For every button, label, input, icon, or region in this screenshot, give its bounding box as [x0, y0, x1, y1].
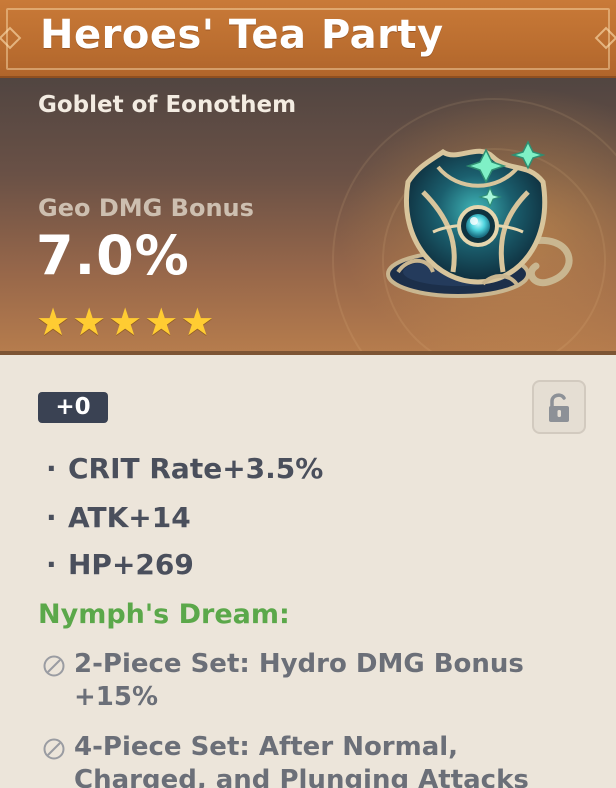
star-icon: ★	[108, 300, 143, 344]
inactive-bonus-icon	[43, 738, 65, 760]
artifact-name: Heroes' Tea Party	[40, 12, 444, 58]
set-bonus-text: 2-Piece Set: Hydro DMG Bonus +15%	[74, 649, 524, 712]
goblet-artifact-icon	[386, 140, 573, 298]
lock-toggle-button[interactable]	[532, 380, 586, 434]
set-bonus-2pc: 2-Piece Set: Hydro DMG Bonus +15%	[42, 648, 582, 714]
set-bonus-text: 4-Piece Set: After Normal, Charged, and …	[74, 732, 529, 788]
artifact-slot-type: Goblet of Eonothem	[38, 92, 297, 118]
level-badge: +0	[38, 392, 108, 423]
main-stat-value: 7.0%	[36, 224, 190, 287]
title-bar: Heroes' Tea Party	[0, 0, 616, 78]
inactive-bonus-icon	[43, 655, 65, 677]
main-stat-name: Geo DMG Bonus	[38, 194, 254, 222]
star-icon: ★	[72, 300, 107, 344]
artifact-header: Goblet of Eonothem Geo DMG Bonus 7.0% ★ ★…	[0, 78, 616, 355]
rarity-stars: ★ ★ ★ ★ ★	[36, 302, 214, 342]
substat-text: CRIT Rate+3.5%	[68, 452, 324, 485]
substat-text: HP+269	[68, 548, 194, 581]
substat-bullet: ·	[46, 548, 57, 581]
substat-hp: · HP+269	[46, 548, 194, 581]
substat-bullet: ·	[46, 452, 57, 485]
artifact-card: Heroes' Tea Party Goblet of Eonothem Geo…	[0, 0, 616, 788]
artifact-set-name: Nymph's Dream:	[38, 599, 290, 630]
substat-text: ATK+14	[68, 501, 191, 534]
substat-crit-rate: · CRIT Rate+3.5%	[46, 452, 323, 485]
artifact-details: +0 · CRIT Rate+3.5% · ATK+14 · HP+269 Nymph…	[0, 355, 616, 788]
star-icon: ★	[144, 300, 179, 344]
substat-atk: · ATK+14	[46, 501, 191, 534]
unlocked-padlock-icon	[549, 393, 569, 422]
set-bonus-4pc: 4-Piece Set: After Normal, Charged, and …	[42, 731, 582, 788]
star-icon: ★	[180, 300, 215, 344]
substat-bullet: ·	[46, 501, 57, 534]
star-icon: ★	[36, 300, 71, 344]
